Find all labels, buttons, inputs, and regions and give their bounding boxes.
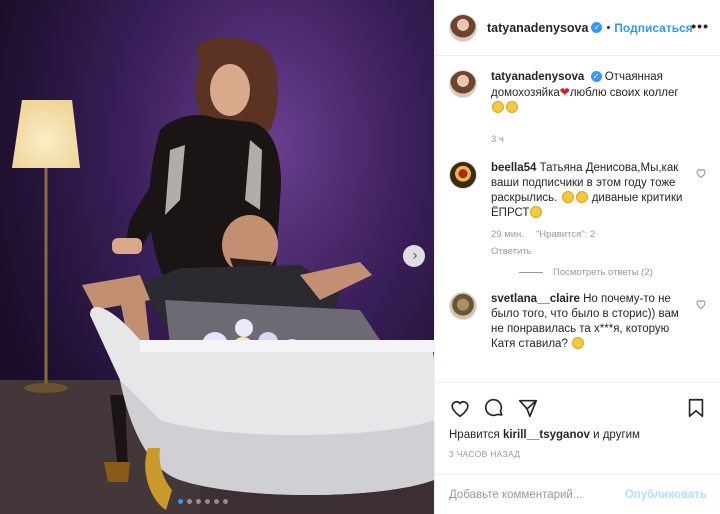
caption-avatar[interactable]: [449, 70, 477, 98]
caption-body: tatyanadenysova ✓ Отчаянная домохозяйка❤…: [491, 70, 707, 147]
comments-list[interactable]: tatyanadenysova ✓ Отчаянная домохозяйка❤…: [435, 56, 720, 382]
post-actions: Нравится kirill__tsyganov и другим 3 час…: [435, 382, 720, 459]
caption: tatyanadenysova ✓ Отчаянная домохозяйка❤…: [449, 70, 707, 147]
reply-button[interactable]: Ответить: [491, 244, 532, 259]
instagram-post: › tatyanadenysova ✓ • Подписаться ••• ta…: [0, 0, 720, 514]
comment-username[interactable]: beella54: [491, 162, 536, 174]
replies-line: [519, 272, 543, 273]
likes-suffix[interactable]: и другим: [593, 429, 640, 441]
comment-reply-row: Ответить: [491, 244, 689, 259]
post-timestamp[interactable]: 3 часов назад: [449, 449, 707, 459]
bookmark-icon[interactable]: [685, 397, 707, 419]
laughing-emoji-icon: [575, 191, 588, 203]
carousel-dots: [178, 499, 228, 504]
like-comment-heart-icon[interactable]: [695, 167, 707, 179]
laughing-emoji-icon: [492, 101, 504, 113]
commenter-avatar[interactable]: [449, 161, 477, 189]
likes-prefix: Нравится: [449, 429, 500, 441]
caption-text-end: люблю своих коллег: [569, 87, 679, 99]
post-header: tatyanadenysova ✓ • Подписаться •••: [435, 0, 720, 56]
next-photo-button[interactable]: ›: [403, 245, 425, 267]
author-username[interactable]: tatyanadenysova: [487, 21, 588, 35]
comment-meta: 29 мин. "Нравится": 2: [491, 227, 689, 242]
laughing-emoji-icon: [572, 337, 585, 349]
comment-input[interactable]: [449, 488, 625, 501]
action-icons: [449, 395, 707, 421]
publish-button[interactable]: Опубликовать: [625, 489, 707, 501]
carousel-dot: [205, 499, 210, 504]
comment-body: beella54 Татьяна Денисова,Мы,как ваши по…: [491, 161, 689, 259]
carousel-dot: [214, 499, 219, 504]
comment-icon[interactable]: [483, 397, 505, 419]
comment-body: svetlana__claire Но почему-то не было то…: [491, 292, 689, 352]
comment-likes[interactable]: "Нравится": 2: [536, 227, 595, 242]
author-avatar[interactable]: [449, 13, 477, 42]
caption-username[interactable]: tatyanadenysova: [491, 71, 584, 83]
share-icon[interactable]: [517, 397, 539, 419]
comment-username[interactable]: svetlana__claire: [491, 293, 580, 305]
likes-summary: Нравится kirill__tsyganov и другим: [449, 429, 707, 441]
caption-time[interactable]: 3 ч: [491, 132, 504, 147]
comment-form: Опубликовать: [435, 474, 720, 514]
view-replies-label: Посмотреть ответы (2): [553, 267, 653, 278]
chevron-right-icon: ›: [412, 248, 418, 264]
like-comment-heart-icon[interactable]: [695, 298, 707, 310]
caption-meta: 3 ч: [491, 132, 707, 147]
side-panel: tatyanadenysova ✓ • Подписаться ••• taty…: [434, 0, 720, 514]
heart-icon[interactable]: [449, 397, 471, 419]
laughing-emoji-icon: [530, 206, 543, 218]
commenter-avatar[interactable]: [449, 292, 477, 320]
carousel-dot: [178, 499, 183, 504]
post-photo[interactable]: ›: [0, 0, 434, 514]
header-separator: •: [606, 21, 611, 34]
laughing-emoji-icon: [506, 101, 518, 113]
comment-time[interactable]: 29 мин.: [491, 227, 524, 242]
likes-user[interactable]: kirill__tsyganov: [503, 429, 590, 441]
carousel-dot: [223, 499, 228, 504]
laughing-emoji-icon: [561, 191, 574, 203]
comment-item: beella54 Татьяна Денисова,Мы,как ваши по…: [449, 161, 707, 259]
photo-scene: [0, 37, 434, 514]
comment-item: svetlana__claire Но почему-то не было то…: [449, 292, 707, 352]
view-replies-button[interactable]: Посмотреть ответы (2): [519, 267, 707, 278]
follow-button[interactable]: Подписаться: [614, 21, 692, 35]
carousel-dot: [196, 499, 201, 504]
verified-badge-icon: ✓: [591, 22, 603, 33]
more-options-icon[interactable]: •••: [691, 18, 709, 34]
heart-emoji-icon: ❤: [559, 85, 570, 99]
carousel-dot: [187, 499, 192, 504]
verified-badge-icon: ✓: [590, 71, 602, 82]
